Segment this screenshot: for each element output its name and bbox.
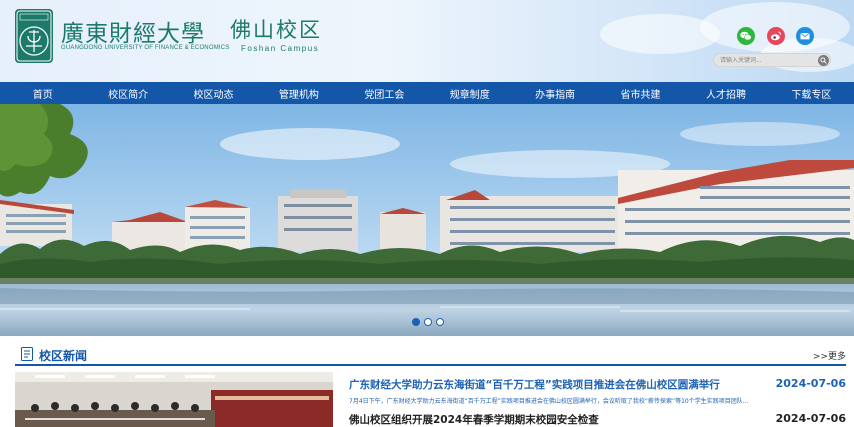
search-icon (820, 57, 827, 64)
meeting-photo (15, 372, 333, 427)
news-item-title[interactable]: 广东财经大学助力云东海街道“百千万工程”实践项目推进会在佛山校区圆满举行 (349, 377, 720, 392)
carousel-dot-3[interactable] (436, 318, 444, 326)
nav-item-cooperation[interactable]: 省市共建 (598, 82, 683, 104)
nav-item-regulations[interactable]: 规章制度 (427, 82, 512, 104)
hero-banner[interactable] (0, 104, 854, 336)
nav-item-recruitment[interactable]: 人才招聘 (683, 82, 768, 104)
wechat-icon[interactable] (737, 27, 755, 45)
nav-item-about[interactable]: 校区简介 (85, 82, 170, 104)
carousel-dot-1[interactable] (412, 318, 420, 326)
nav-item-news[interactable]: 校区动态 (171, 82, 256, 104)
search-button[interactable] (818, 55, 829, 66)
university-name: 廣東財經大學 (61, 21, 205, 47)
university-seal-logo[interactable] (14, 8, 54, 64)
site-header: 廣東財經大學 GUANGDONG UNIVERSITY OF FINANCE &… (0, 0, 854, 82)
nav-item-administration[interactable]: 管理机构 (256, 82, 341, 104)
news-item-title[interactable]: 佛山校区组织开展2024年春季学期期末校园安全检查 (349, 412, 599, 427)
weibo-icon[interactable] (767, 27, 785, 45)
campus-name: 佛山校区 (230, 18, 322, 42)
search-box (713, 53, 831, 67)
carousel-dot-2[interactable] (424, 318, 432, 326)
campus-photo (0, 104, 854, 336)
news-featured-photo[interactable] (15, 372, 333, 427)
news-section-title: 校区新闻 (39, 349, 88, 363)
news-item-summary: 7月4日下午，广东财经大学助力云东海街道“百千万工程”实践项目推进会在佛山校区圆… (349, 398, 749, 405)
document-icon (21, 347, 33, 361)
news-item-date: 2024-07-06 (775, 377, 846, 390)
nav-item-downloads[interactable]: 下载专区 (769, 82, 854, 104)
nav-item-home[interactable]: 首页 (0, 82, 85, 104)
campus-name-english: Foshan Campus (241, 44, 320, 53)
news-section-header: 校区新闻 >>更多 (15, 346, 846, 366)
carousel-dots (412, 318, 444, 326)
nav-item-service-guide[interactable]: 办事指南 (512, 82, 597, 104)
university-name-english: GUANGDONG UNIVERSITY OF FINANCE & ECONOM… (61, 45, 230, 51)
news-item-date: 2024-07-06 (775, 412, 846, 425)
email-icon[interactable] (796, 27, 814, 45)
news-more-link[interactable]: >>更多 (813, 349, 846, 362)
search-input[interactable] (720, 55, 816, 66)
nav-item-party-union[interactable]: 党团工会 (342, 82, 427, 104)
main-nav: 首页 校区简介 校区动态 管理机构 党团工会 规章制度 办事指南 省市共建 人才… (0, 82, 854, 104)
